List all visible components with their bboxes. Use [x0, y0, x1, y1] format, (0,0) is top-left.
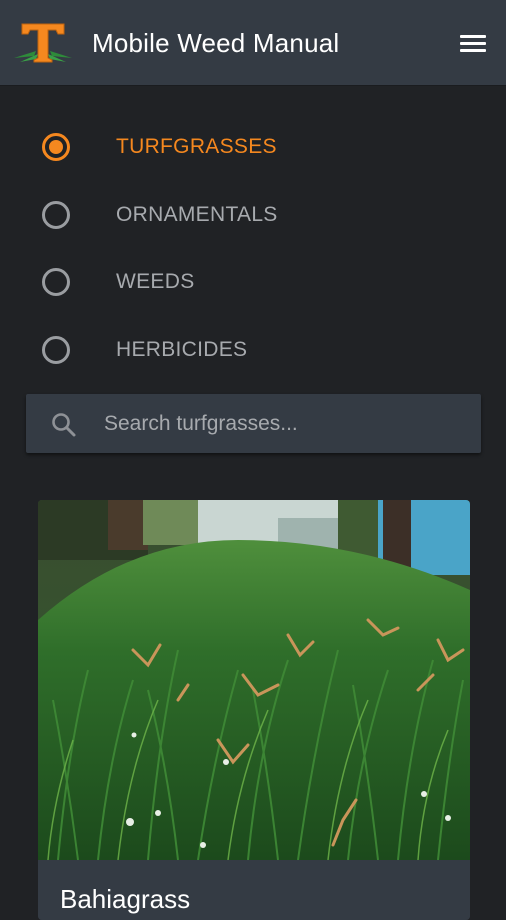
- radio-unselected-icon[interactable]: [42, 335, 70, 364]
- category-label: ORNAMENTALS: [116, 202, 278, 226]
- category-label: TURFGRASSES: [116, 135, 277, 158]
- hamburger-menu-icon: [460, 34, 486, 38]
- category-option-weeds[interactable]: WEEDS: [0, 245, 506, 313]
- category-option-herbicides[interactable]: HERBICIDES: [0, 313, 506, 381]
- radio-unselected-icon[interactable]: [42, 268, 70, 296]
- category-list: TURFGRASSES ORNAMENTALS WEEDS HERBICIDES: [0, 110, 506, 380]
- search-icon: [52, 413, 76, 437]
- menu-button[interactable]: [454, 26, 492, 60]
- category-label: WEEDS: [116, 270, 195, 293]
- app-bar: Mobile Weed Manual: [0, 0, 506, 86]
- app-title: Mobile Weed Manual: [92, 28, 340, 58]
- category-label: HERBICIDES: [116, 337, 248, 361]
- radio-unselected-icon[interactable]: [42, 200, 70, 229]
- card-caption: Bahiagrass: [38, 860, 470, 920]
- category-option-ornamentals[interactable]: ORNAMENTALS: [0, 178, 506, 246]
- bahiagrass-photo: [38, 500, 470, 860]
- radio-selected-icon[interactable]: [42, 133, 70, 161]
- category-option-turfgrasses[interactable]: TURFGRASSES: [0, 110, 506, 178]
- result-card-bahiagrass[interactable]: Bahiagrass: [38, 500, 470, 920]
- card-title: Bahiagrass: [60, 884, 191, 914]
- search-input[interactable]: [104, 400, 464, 448]
- tennessee-t-logo-icon: [14, 23, 72, 63]
